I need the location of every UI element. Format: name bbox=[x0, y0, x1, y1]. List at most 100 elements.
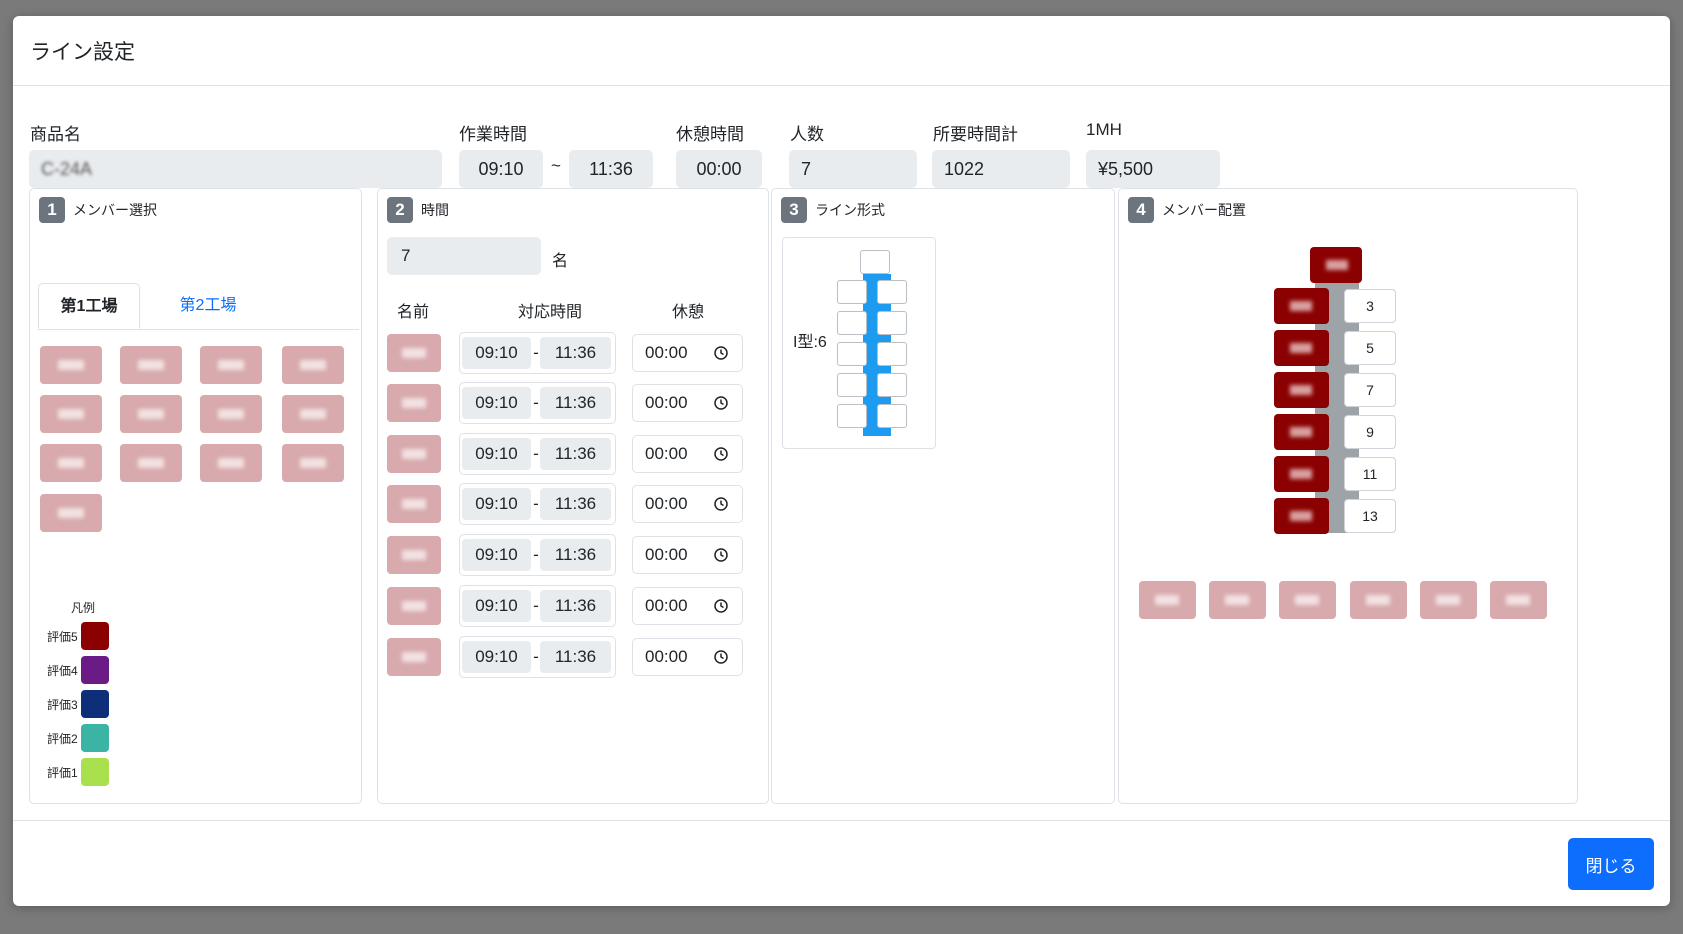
col-head-rest: 休憩 bbox=[672, 304, 705, 321]
member-chip[interactable] bbox=[1139, 581, 1196, 619]
member-chip[interactable] bbox=[1279, 581, 1336, 619]
close-button[interactable]: 閉じる bbox=[1568, 838, 1654, 890]
step-3-title: 3 ライン形式 bbox=[781, 197, 885, 223]
placed-member-chip[interactable] bbox=[1274, 330, 1329, 366]
work-end-field[interactable]: 11:36 bbox=[569, 150, 653, 188]
start-time-field[interactable]: 09:10 bbox=[462, 488, 531, 520]
end-time-field[interactable]: 11:36 bbox=[540, 488, 611, 520]
legend-label: 評価2 bbox=[47, 731, 78, 746]
member-chip[interactable] bbox=[200, 444, 262, 482]
mh-field[interactable]: ¥5,500 bbox=[1086, 150, 1220, 188]
member-chip[interactable] bbox=[40, 444, 102, 482]
step-number: 4 bbox=[1128, 197, 1154, 223]
member-chip[interactable] bbox=[387, 435, 441, 473]
summary-row: 商品名 C-24A 作業時間 09:10 ~ 11:36 休憩時間 00:00 … bbox=[13, 120, 1670, 188]
product-label: 商品名 bbox=[30, 125, 81, 144]
start-time-field[interactable]: 09:10 bbox=[462, 438, 531, 470]
modal-footer: 閉じる bbox=[13, 820, 1670, 907]
start-time-field[interactable]: 09:10 bbox=[462, 387, 531, 419]
clock-icon bbox=[714, 447, 728, 461]
member-chip[interactable] bbox=[120, 346, 182, 384]
placed-member-chip[interactable] bbox=[1274, 288, 1329, 324]
start-time-field[interactable]: 09:10 bbox=[462, 641, 531, 673]
station-slot bbox=[877, 280, 907, 304]
member-chip[interactable] bbox=[387, 638, 441, 676]
member-chip[interactable] bbox=[40, 494, 102, 532]
dash: - bbox=[533, 393, 539, 412]
rest-time-field[interactable]: 00:00 bbox=[632, 587, 743, 625]
rest-time-field[interactable]: 00:00 bbox=[632, 435, 743, 473]
placed-member-chip[interactable] bbox=[1274, 456, 1329, 492]
step-4-title: 4 メンバー配置 bbox=[1128, 197, 1246, 223]
member-chip[interactable] bbox=[40, 395, 102, 433]
member-chip[interactable] bbox=[282, 395, 344, 433]
leader-chip[interactable] bbox=[1310, 247, 1362, 283]
start-time-field[interactable]: 09:10 bbox=[462, 337, 531, 369]
start-time-field[interactable]: 09:10 bbox=[462, 539, 531, 571]
step-label: メンバー配置 bbox=[1162, 202, 1246, 218]
station-slot bbox=[837, 311, 867, 335]
station-slot bbox=[860, 250, 890, 274]
total-time-label: 所要時間計 bbox=[933, 125, 1018, 144]
rest-value: 00:00 bbox=[645, 444, 688, 463]
legend-swatch bbox=[81, 656, 109, 684]
member-count-field[interactable]: 7 bbox=[387, 237, 541, 275]
step-label: メンバー選択 bbox=[73, 202, 157, 218]
col-head-time: 対応時間 bbox=[518, 304, 583, 321]
member-chip[interactable] bbox=[387, 536, 441, 574]
end-time-field[interactable]: 11:36 bbox=[540, 590, 611, 622]
rest-time-field[interactable]: 00:00 bbox=[632, 334, 743, 372]
end-time-field[interactable]: 11:36 bbox=[540, 387, 611, 419]
modal-header: ライン設定 bbox=[13, 16, 1670, 86]
member-chip[interactable] bbox=[282, 444, 344, 482]
rest-value: 00:00 bbox=[645, 393, 688, 412]
member-chip[interactable] bbox=[1209, 581, 1266, 619]
clock-icon bbox=[714, 497, 728, 511]
end-time-field[interactable]: 11:36 bbox=[540, 438, 611, 470]
legend-item: 評価3 bbox=[47, 690, 109, 718]
member-chip[interactable] bbox=[40, 346, 102, 384]
member-chip[interactable] bbox=[120, 444, 182, 482]
line-type-option[interactable]: I型:6 bbox=[782, 237, 936, 449]
rest-time-field[interactable]: 00:00 bbox=[632, 638, 743, 676]
clock-icon bbox=[714, 346, 728, 360]
start-time-field[interactable]: 09:10 bbox=[462, 590, 531, 622]
member-chip[interactable] bbox=[120, 395, 182, 433]
member-chip[interactable] bbox=[200, 346, 262, 384]
end-time-field[interactable]: 11:36 bbox=[540, 641, 611, 673]
station-slot bbox=[877, 342, 907, 366]
member-chip[interactable] bbox=[387, 587, 441, 625]
tab-factory-2[interactable]: 第2工場 bbox=[140, 283, 276, 329]
member-chip[interactable] bbox=[1350, 581, 1407, 619]
time-range: 09:10 - 11:36 bbox=[459, 433, 616, 475]
step-2-title: 2 時間 bbox=[387, 197, 449, 223]
member-chip[interactable] bbox=[387, 384, 441, 422]
member-chip[interactable] bbox=[1420, 581, 1477, 619]
rest-time-field[interactable]: 00:00 bbox=[632, 384, 743, 422]
placed-member-chip[interactable] bbox=[1274, 498, 1329, 534]
break-field[interactable]: 00:00 bbox=[676, 150, 762, 188]
member-chip[interactable] bbox=[387, 485, 441, 523]
placed-member-chip[interactable] bbox=[1274, 414, 1329, 450]
tab-factory-1[interactable]: 第1工場 bbox=[38, 283, 140, 329]
work-time-label: 作業時間 bbox=[459, 125, 527, 144]
work-start-field[interactable]: 09:10 bbox=[459, 150, 543, 188]
member-chip[interactable] bbox=[387, 334, 441, 372]
rest-value: 00:00 bbox=[645, 596, 688, 615]
step-label: 時間 bbox=[421, 202, 449, 218]
member-chip[interactable] bbox=[282, 346, 344, 384]
member-chip[interactable] bbox=[1490, 581, 1547, 619]
legend-label: 評価3 bbox=[47, 697, 78, 712]
legend-swatch bbox=[81, 758, 109, 786]
position-number: 9 bbox=[1344, 415, 1396, 449]
rest-time-field[interactable]: 00:00 bbox=[632, 485, 743, 523]
placed-member-chip[interactable] bbox=[1274, 372, 1329, 408]
member-chip[interactable] bbox=[200, 395, 262, 433]
product-field[interactable]: C-24A bbox=[29, 150, 442, 188]
total-time-field[interactable]: 1022 bbox=[932, 150, 1070, 188]
people-field[interactable]: 7 bbox=[789, 150, 917, 188]
rest-value: 00:00 bbox=[645, 494, 688, 513]
rest-time-field[interactable]: 00:00 bbox=[632, 536, 743, 574]
end-time-field[interactable]: 11:36 bbox=[540, 337, 611, 369]
end-time-field[interactable]: 11:36 bbox=[540, 539, 611, 571]
